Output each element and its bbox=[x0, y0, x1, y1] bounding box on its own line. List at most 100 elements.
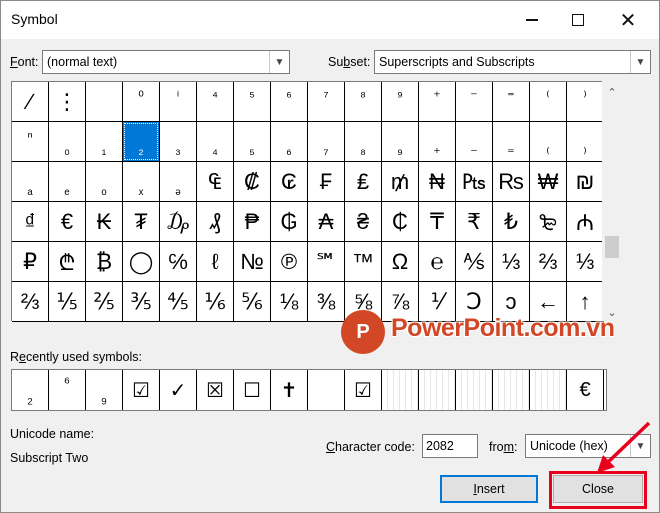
symbol-cell[interactable]: ₾ bbox=[49, 242, 86, 282]
symbol-cell[interactable]: ₿ bbox=[86, 242, 123, 282]
symbol-cell[interactable]: ⁿ bbox=[12, 122, 49, 162]
symbol-cell[interactable]: ₅ bbox=[234, 122, 271, 162]
grid-scrollbar[interactable]: ⌃ ⌄ bbox=[602, 81, 622, 321]
symbol-cell[interactable]: ₣ bbox=[308, 162, 345, 202]
symbol-cell[interactable]: ⁻ bbox=[456, 82, 493, 122]
symbol-cell[interactable]: ₧ bbox=[456, 162, 493, 202]
symbol-cell[interactable]: ₎ bbox=[567, 122, 604, 162]
symbol-cell[interactable]: ₫ bbox=[12, 202, 49, 242]
symbol-cell[interactable]: ⅙ bbox=[197, 282, 234, 322]
symbol-cell[interactable]: ₳ bbox=[308, 202, 345, 242]
symbol-cell[interactable]: ⅔ bbox=[530, 242, 567, 282]
symbol-cell[interactable]: Ω bbox=[382, 242, 419, 282]
symbol-cell[interactable]: ₤ bbox=[345, 162, 382, 202]
symbol-cell[interactable]: ₺ bbox=[493, 202, 530, 242]
recent-symbol-cell[interactable] bbox=[382, 370, 419, 410]
symbol-cell[interactable]: ⅓ bbox=[493, 242, 530, 282]
symbol-cell[interactable]: ₁ bbox=[86, 122, 123, 162]
symbol-cell[interactable]: ₻ bbox=[530, 202, 567, 242]
scroll-thumb[interactable] bbox=[605, 236, 619, 258]
symbol-cell[interactable]: ₉ bbox=[382, 122, 419, 162]
symbol-cell[interactable]: ⅔ bbox=[12, 282, 49, 322]
symbol-cell[interactable]: ₡ bbox=[234, 162, 271, 202]
recent-symbol-cell[interactable] bbox=[456, 370, 493, 410]
symbol-cell[interactable]: ₹ bbox=[456, 202, 493, 242]
symbol-cell[interactable]: ⁰ bbox=[123, 82, 160, 122]
symbol-cell[interactable]: ⁾ bbox=[567, 82, 604, 122]
symbol-cell[interactable]: ₠ bbox=[197, 162, 234, 202]
symbol-cell[interactable]: ₸ bbox=[419, 202, 456, 242]
symbol-cell[interactable]: ⁸ bbox=[345, 82, 382, 122]
symbol-cell[interactable]: ⅗ bbox=[123, 282, 160, 322]
symbol-cell[interactable]: ⅘ bbox=[160, 282, 197, 322]
symbol-cell[interactable]: ⁴ bbox=[197, 82, 234, 122]
symbol-cell[interactable]: ₊ bbox=[419, 122, 456, 162]
symbol-cell[interactable]: ⁺ bbox=[419, 82, 456, 122]
symbol-cell[interactable]: ₪ bbox=[567, 162, 604, 202]
symbol-cell[interactable]: ₱ bbox=[234, 202, 271, 242]
symbol-cell[interactable]: ⅕ bbox=[49, 282, 86, 322]
recent-symbol-cell[interactable]: ✝ bbox=[271, 370, 308, 410]
symbol-cell[interactable]: ₑ bbox=[49, 162, 86, 202]
symbol-cell[interactable]: ₥ bbox=[382, 162, 419, 202]
recent-symbol-cell[interactable]: ☑ bbox=[345, 370, 382, 410]
recent-symbol-cell[interactable] bbox=[493, 370, 530, 410]
recent-symbol-cell[interactable] bbox=[530, 370, 567, 410]
recent-symbol-cell[interactable]: ✓ bbox=[160, 370, 197, 410]
symbol-cell[interactable]: € bbox=[49, 202, 86, 242]
symbol-cell[interactable]: ⅖ bbox=[86, 282, 123, 322]
recent-symbol-cell[interactable]: ₂ bbox=[12, 370, 49, 410]
symbol-cell[interactable]: ℅ bbox=[160, 242, 197, 282]
symbol-cell[interactable]: ₍ bbox=[530, 122, 567, 162]
symbol-cell[interactable]: ₽ bbox=[12, 242, 49, 282]
symbol-cell[interactable]: ₓ bbox=[123, 162, 160, 202]
symbol-cell[interactable]: ₔ bbox=[160, 162, 197, 202]
recent-symbols[interactable]: ₂ ⁶ ₉ ☑ ✓ ☒ ☐ ✝ ☑ € bbox=[11, 369, 607, 411]
symbol-cell[interactable]: ₦ bbox=[419, 162, 456, 202]
symbol-cell[interactable]: ₼ bbox=[567, 202, 604, 242]
symbol-cell[interactable]: ₯ bbox=[160, 202, 197, 242]
symbol-cell[interactable]: ⅓ bbox=[567, 242, 604, 282]
symbol-cell[interactable]: ℠ bbox=[308, 242, 345, 282]
symbol-cell[interactable]: ₴ bbox=[345, 202, 382, 242]
symbol-cell[interactable]: ⅚ bbox=[234, 282, 271, 322]
character-code-input[interactable]: 2082 bbox=[422, 434, 478, 458]
subset-select[interactable]: Superscripts and Subscripts ▼ bbox=[374, 50, 651, 74]
symbol-cell[interactable]: ₀ bbox=[49, 122, 86, 162]
symbol-cell[interactable]: ₰ bbox=[197, 202, 234, 242]
symbol-cell[interactable]: ₐ bbox=[12, 162, 49, 202]
symbol-cell[interactable]: ℗ bbox=[271, 242, 308, 282]
symbol-cell[interactable]: ₩ bbox=[530, 162, 567, 202]
symbol-cell[interactable]: ⁱ bbox=[160, 82, 197, 122]
symbol-cell[interactable]: ₄ bbox=[197, 122, 234, 162]
recent-symbol-cell[interactable]: ☑ bbox=[123, 370, 160, 410]
symbol-cell[interactable]: ⋮ bbox=[49, 82, 86, 122]
symbol-cell[interactable]: ⁼ bbox=[493, 82, 530, 122]
symbol-cell[interactable]: ₌ bbox=[493, 122, 530, 162]
recent-symbol-cell[interactable] bbox=[308, 370, 345, 410]
symbol-cell[interactable]: ₆ bbox=[271, 122, 308, 162]
symbol-cell[interactable]: № bbox=[234, 242, 271, 282]
symbol-cell[interactable]: ⁶ bbox=[271, 82, 308, 122]
symbol-cell[interactable]: ₋ bbox=[456, 122, 493, 162]
symbol-cell[interactable]: ™ bbox=[345, 242, 382, 282]
symbol-cell[interactable] bbox=[86, 82, 123, 122]
symbol-cell[interactable]: ℮ bbox=[419, 242, 456, 282]
recent-symbol-cell[interactable]: ₉ bbox=[86, 370, 123, 410]
symbol-cell[interactable]: ⅍ bbox=[456, 242, 493, 282]
scroll-up-icon[interactable]: ⌃ bbox=[602, 83, 622, 101]
symbol-cell[interactable]: ⁵ bbox=[234, 82, 271, 122]
symbol-cell[interactable]: ₢ bbox=[271, 162, 308, 202]
symbol-cell[interactable]: ₇ bbox=[308, 122, 345, 162]
symbol-cell[interactable]: ₲ bbox=[271, 202, 308, 242]
recent-symbol-cell[interactable]: ☐ bbox=[234, 370, 271, 410]
symbol-cell[interactable]: ⁽ bbox=[530, 82, 567, 122]
recent-symbol-cell[interactable] bbox=[419, 370, 456, 410]
maximize-button[interactable] bbox=[555, 1, 601, 39]
symbol-cell[interactable]: ⅜ bbox=[308, 282, 345, 322]
symbol-cell[interactable]: ◯ bbox=[123, 242, 160, 282]
symbol-grid[interactable]: ∕ ⋮ ⁰ ⁱ ⁴ ⁵ ⁶ ⁷ ⁸ ⁹ ⁺ ⁻ ⁼ ⁽ ⁾ ⁿ ₀ ₁ ₂ ₃ ₄ ₅ ₆ ₇ ₈ ₉ ₊ ₋ ₌ ₍ ₎ ₐ ₑ ₒ ₓ ₔ ₠ ₡ ₢ ₣… bbox=[11, 81, 604, 322]
symbol-cell[interactable]: ₨ bbox=[493, 162, 530, 202]
recent-symbol-cell[interactable]: ☒ bbox=[197, 370, 234, 410]
close-window-button[interactable]: ✕ bbox=[605, 1, 651, 39]
